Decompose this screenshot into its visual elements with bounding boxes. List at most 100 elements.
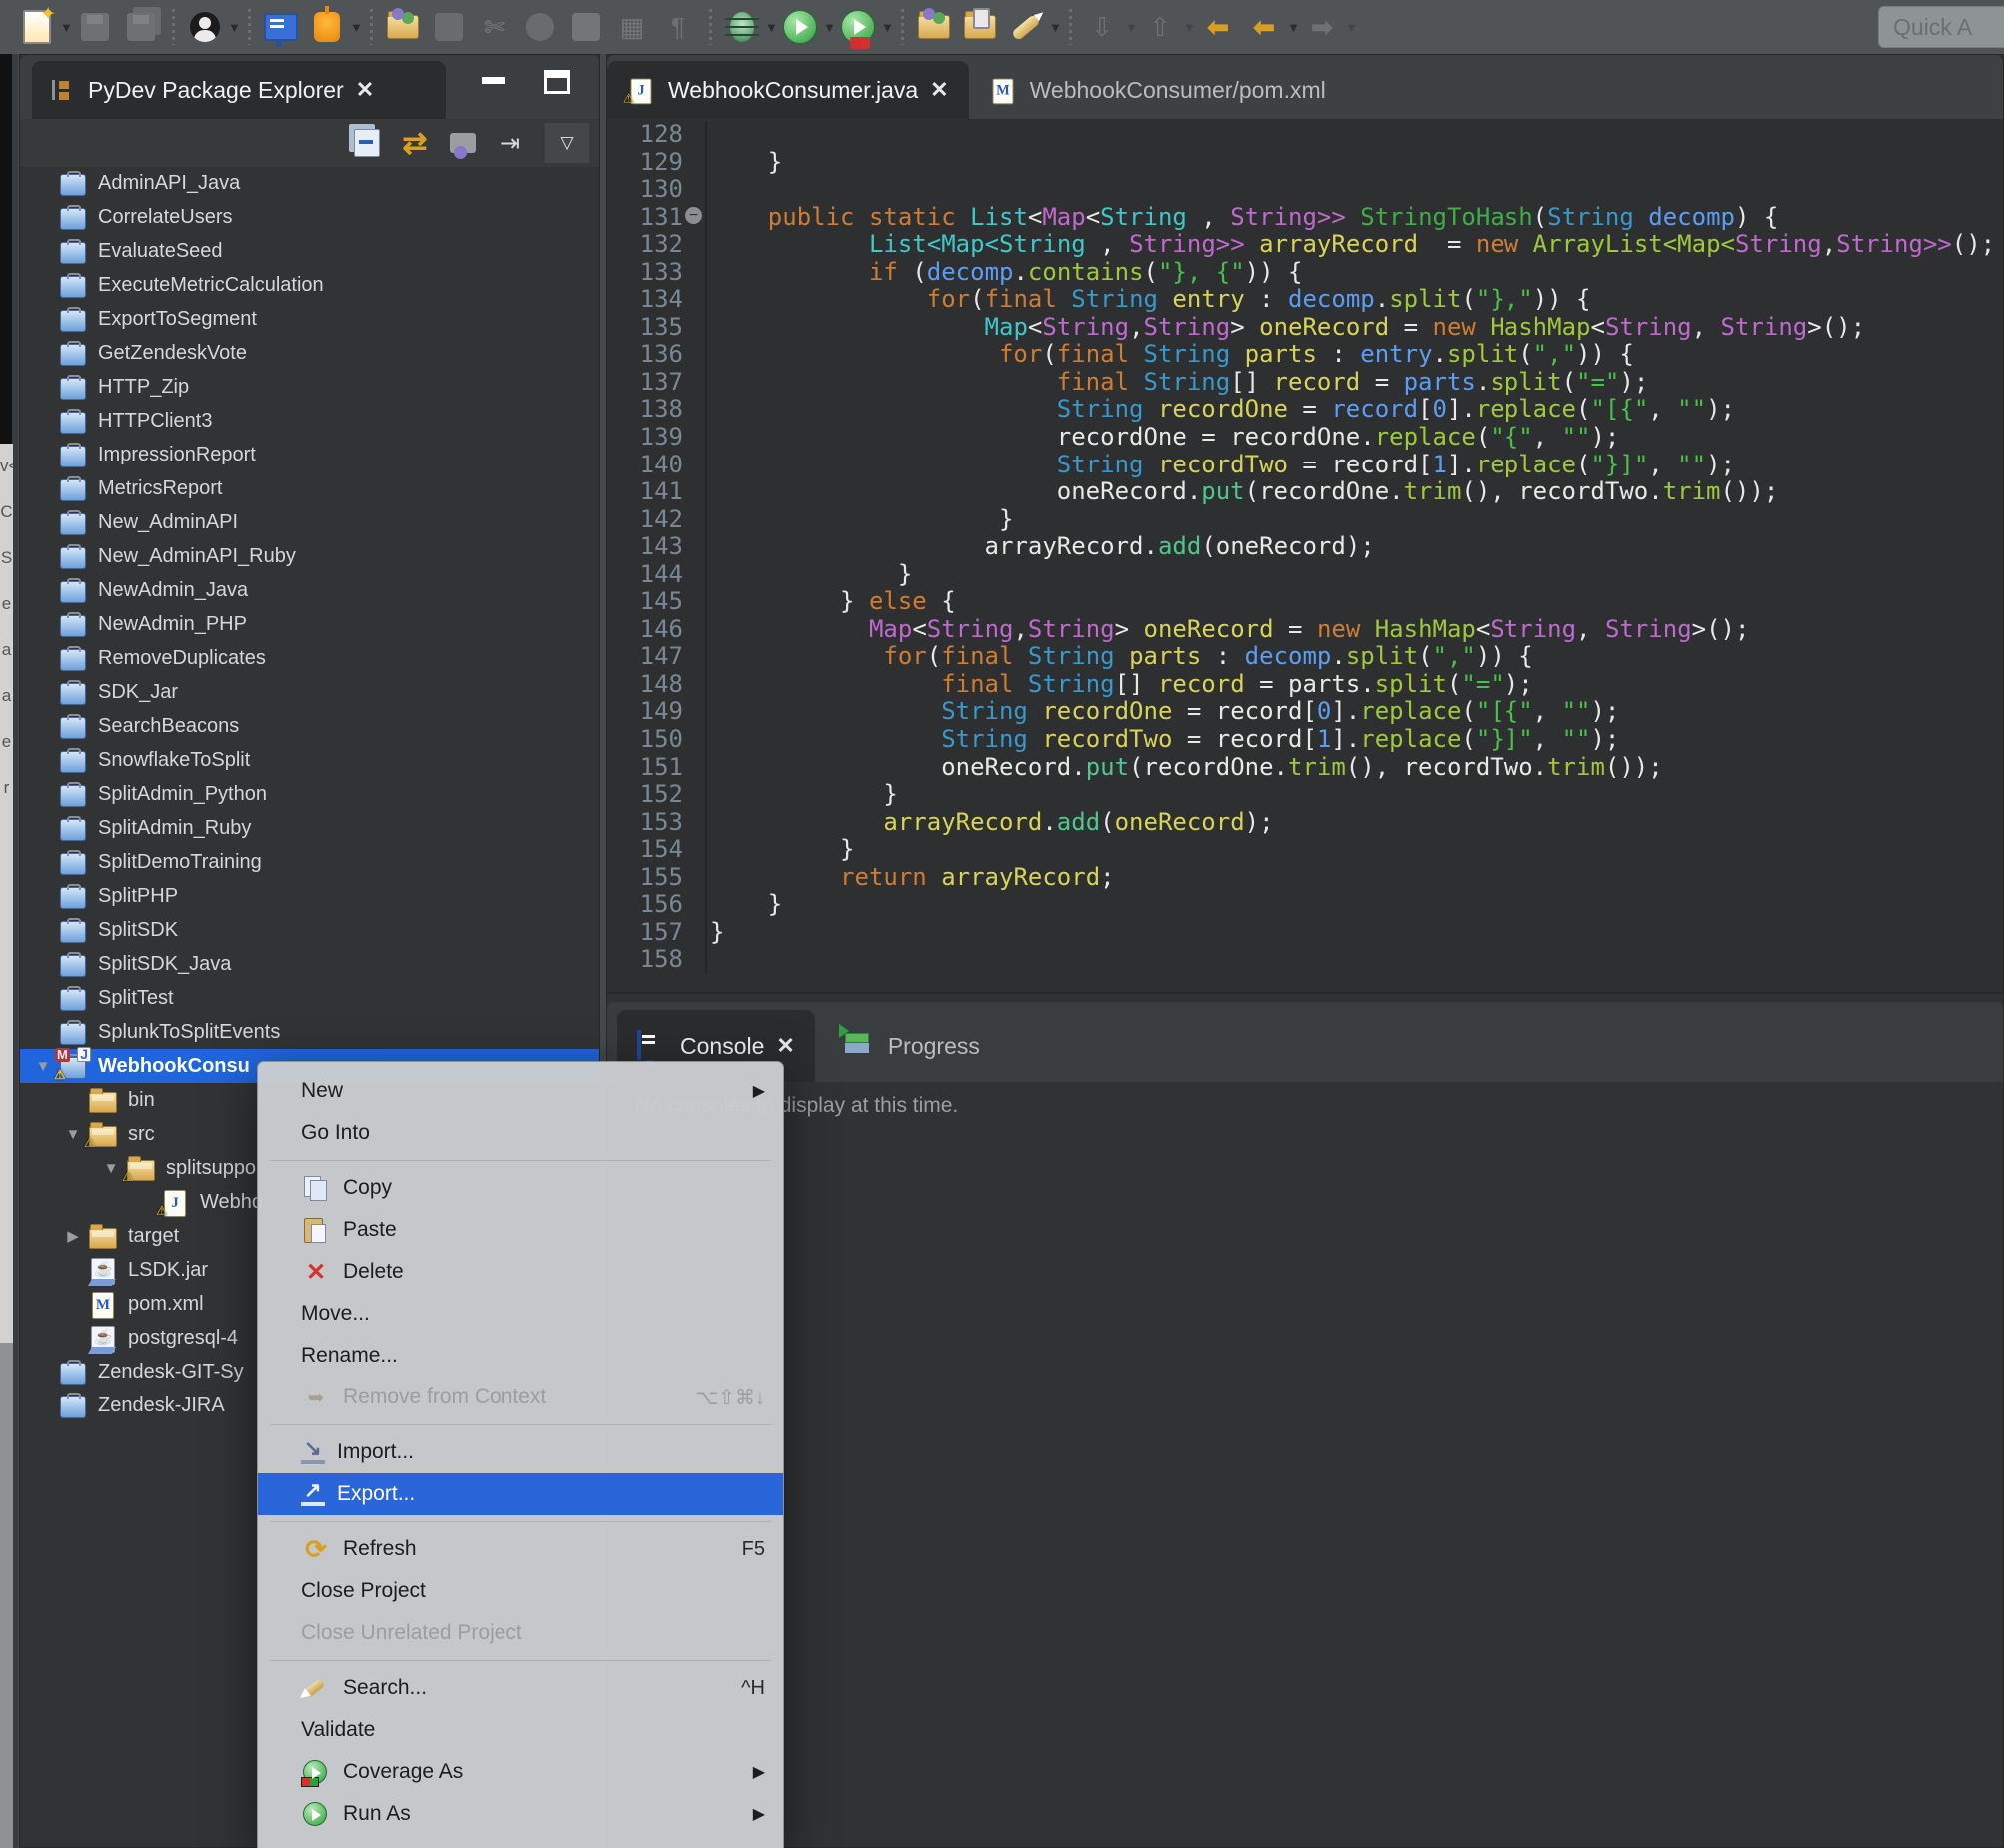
tree-item-snowflaketosplit[interactable]: SnowflakeToSplit xyxy=(20,743,599,777)
back-button[interactable]: ⬅ xyxy=(1244,7,1284,47)
tab-pydev-package-explorer[interactable]: PyDev Package Explorer ✕ xyxy=(32,61,446,119)
tree-item-metricsreport[interactable]: MetricsReport xyxy=(20,471,599,505)
console-view-button[interactable] xyxy=(261,7,301,47)
close-console-icon[interactable]: ✕ xyxy=(776,1033,794,1059)
menu-item-label: Validate xyxy=(301,1718,765,1742)
toolbar-separator xyxy=(897,9,907,45)
editor-area: J⚠WebhookConsumer.java✕MWebhookConsumer/… xyxy=(606,54,2004,993)
open-resource-folder-button[interactable] xyxy=(383,7,423,47)
back-dropdown[interactable]: ▼ xyxy=(1287,7,1299,47)
fold-marker-icon[interactable] xyxy=(683,204,707,232)
tree-item-httpclient3[interactable]: HTTPClient3 xyxy=(20,404,599,438)
tree-item-evaluateseed[interactable]: EvaluateSeed xyxy=(20,234,599,268)
menu-item-paste[interactable]: Paste xyxy=(258,1209,783,1251)
open-type-button[interactable] xyxy=(914,7,954,47)
tree-item-searchbeacons[interactable]: SearchBeacons xyxy=(20,709,599,743)
run-dropdown[interactable]: ▼ xyxy=(823,7,835,47)
run-external-tools-button[interactable] xyxy=(838,7,878,47)
tree-item-newadmin-php[interactable]: NewAdmin_PHP xyxy=(20,607,599,641)
view-menu-button[interactable]: ▽ xyxy=(545,123,589,163)
mark-occurrences-button[interactable] xyxy=(1006,7,1046,47)
tree-item-splitphp[interactable]: SplitPHP xyxy=(20,879,599,913)
code-text: String recordTwo = record[1].replace("}]… xyxy=(707,726,1619,754)
tree-item-sdk-jar[interactable]: SDK_Jar xyxy=(20,675,599,709)
tree-item-correlateusers[interactable]: CorrelateUsers xyxy=(20,200,599,234)
profile-dropdown[interactable]: ▼ xyxy=(228,7,240,47)
editor-tab-webhookconsumer-pom-xml[interactable]: MWebhookConsumer/pom.xml xyxy=(969,61,1346,119)
menu-item-remove-from-context[interactable]: Remove from Context⌥⇧⌘↓ xyxy=(258,1377,783,1418)
editor-tab-webhookconsumer-java[interactable]: J⚠WebhookConsumer.java✕ xyxy=(607,61,969,119)
menu-item-import[interactable]: Import... xyxy=(258,1431,783,1473)
mark-occurrences-dropdown[interactable]: ▼ xyxy=(1049,7,1061,47)
tree-item-impressionreport[interactable]: ImpressionReport xyxy=(20,438,599,471)
expander-open-icon[interactable]: ▼ xyxy=(33,1058,53,1075)
split-tool-dropdown[interactable]: ▼ xyxy=(350,7,362,47)
focus-task-button[interactable]: ⇥ xyxy=(490,123,531,163)
tree-item-splitadmin-python[interactable]: SplitAdmin_Python xyxy=(20,777,599,811)
project-folder-icon xyxy=(59,544,87,568)
debug-dropdown[interactable]: ▼ xyxy=(765,7,777,47)
menu-item-close-project[interactable]: Close Project xyxy=(258,1570,783,1612)
menu-item-run-as[interactable]: Run As▶ xyxy=(258,1793,783,1835)
tree-item-getzendeskvote[interactable]: GetZendeskVote xyxy=(20,336,599,370)
expander-closed-icon[interactable]: ▶ xyxy=(63,1227,83,1245)
tree-item-new-adminapi-ruby[interactable]: New_AdminAPI_Ruby xyxy=(20,539,599,573)
forward-dropdown[interactable]: ▼ xyxy=(1345,7,1357,47)
last-edit-location-button[interactable]: ⬅ xyxy=(1198,7,1238,47)
run-button[interactable] xyxy=(780,7,820,47)
import-pref-dropdown[interactable]: ▼ xyxy=(1125,7,1137,47)
eclipse-workbench: ▼▼▼✄▦¶▼▼▼▼⇩▼⇧▼⬅⬅▼➡▼ Quick A v<e C S e a … xyxy=(0,0,2004,1848)
expander-open-icon[interactable]: ▼ xyxy=(101,1160,121,1177)
code-viewport[interactable]: 128129 }130131 public static List<Map<St… xyxy=(607,121,2003,992)
tree-item-splunktosplitevents[interactable]: SplunkToSplitEvents xyxy=(20,1015,599,1049)
new-wizard-dropdown[interactable]: ▼ xyxy=(60,7,72,47)
open-file-button[interactable] xyxy=(960,7,1000,47)
menu-item-move[interactable]: Move... xyxy=(258,1293,783,1335)
tree-item-http-zip[interactable]: HTTP_Zip xyxy=(20,370,599,404)
menu-item-search[interactable]: Search...^H xyxy=(258,1667,783,1709)
maximize-view-button[interactable] xyxy=(543,69,573,95)
expander-open-icon[interactable]: ▼ xyxy=(63,1126,83,1143)
menu-item-validate[interactable]: Validate xyxy=(258,1709,783,1751)
quick-access-box[interactable]: Quick A xyxy=(1878,6,2004,48)
tree-item-executemetriccalculation[interactable]: ExecuteMetricCalculation xyxy=(20,268,599,302)
menu-item-refresh[interactable]: RefreshF5 xyxy=(258,1528,783,1570)
menu-item-export[interactable]: Export... xyxy=(258,1473,783,1515)
menu-item-go-into[interactable]: Go Into xyxy=(258,1112,783,1154)
tree-item-newadmin-java[interactable]: NewAdmin_Java xyxy=(20,573,599,607)
tree-item-splittest[interactable]: SplitTest xyxy=(20,981,599,1015)
tree-item-splitsdk-java[interactable]: SplitSDK_Java xyxy=(20,947,599,981)
tree-item-splitadmin-ruby[interactable]: SplitAdmin_Ruby xyxy=(20,811,599,845)
line-number: 152 xyxy=(607,781,683,809)
menu-item-delete[interactable]: Delete xyxy=(258,1251,783,1293)
menu-item-close-unrelated-project[interactable]: Close Unrelated Project xyxy=(258,1612,783,1654)
profile-button[interactable] xyxy=(185,7,225,47)
menu-item-new[interactable]: New▶ xyxy=(258,1070,783,1112)
collapse-all-button[interactable] xyxy=(346,123,388,163)
tree-item-splitsdk[interactable]: SplitSDK xyxy=(20,913,599,947)
menu-item-copy[interactable]: Copy xyxy=(258,1167,783,1209)
menu-item-rename[interactable]: Rename... xyxy=(258,1335,783,1377)
code-text: final String[] record = parts.split("=")… xyxy=(707,369,1648,397)
link-with-editor-button[interactable]: ⇄ xyxy=(394,123,436,163)
tree-item-removeduplicates[interactable]: RemoveDuplicates xyxy=(20,641,599,675)
close-tab-icon[interactable]: ✕ xyxy=(930,77,948,103)
tree-item-adminapi-java[interactable]: AdminAPI_Java xyxy=(20,166,599,200)
menu-item-coverage-as[interactable]: Coverage As▶ xyxy=(258,1751,783,1793)
console-tab-progress[interactable]: Progress xyxy=(825,1010,1000,1082)
close-explorer-icon[interactable]: ✕ xyxy=(356,77,374,103)
open-type-icon xyxy=(918,15,950,39)
export-pref-dropdown[interactable]: ▼ xyxy=(1183,7,1195,47)
run-external-tools-dropdown[interactable]: ▼ xyxy=(881,7,893,47)
run-icon xyxy=(301,1800,331,1828)
minimize-view-button[interactable] xyxy=(480,69,509,95)
copy-icon xyxy=(301,1174,331,1202)
tree-item-exporttosegment[interactable]: ExportToSegment xyxy=(20,302,599,336)
debug-button[interactable] xyxy=(722,7,762,47)
package-presentation-button[interactable] xyxy=(442,123,484,163)
split-tool-button[interactable] xyxy=(307,7,347,47)
tree-item-new-adminapi[interactable]: New_AdminAPI xyxy=(20,505,599,539)
new-wizard-button[interactable] xyxy=(17,7,57,47)
code-line-133: 133 if (decomp.contains("}, {")) { xyxy=(607,259,2003,287)
tree-item-splitdemotraining[interactable]: SplitDemoTraining xyxy=(20,845,599,879)
